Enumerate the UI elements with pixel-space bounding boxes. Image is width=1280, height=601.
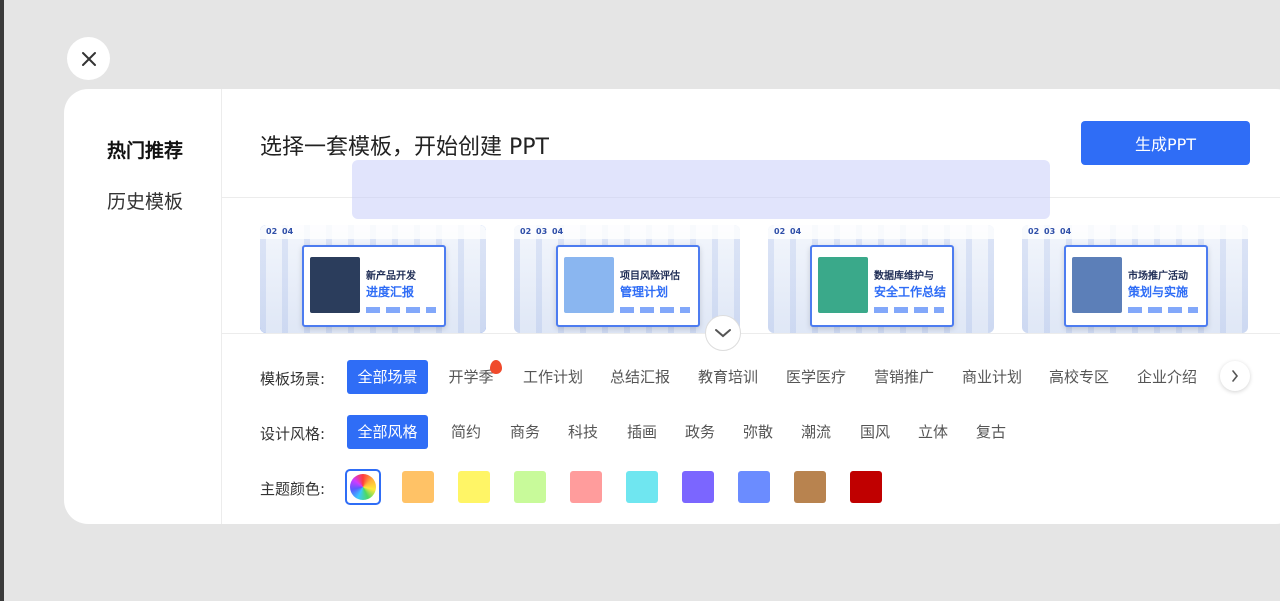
color-swatch[interactable]	[682, 471, 714, 503]
template-card[interactable]: 02 03 04 市场推广活动 策划与实施	[1022, 225, 1248, 333]
template-photo	[1072, 257, 1122, 313]
template-section-number: 02	[520, 227, 532, 236]
style-chip[interactable]: 科技	[563, 415, 603, 449]
style-filter-label: 设计风格:	[260, 425, 326, 443]
sidebar-item-history[interactable]: 历史模板	[107, 187, 183, 214]
template-subtitle: 管理计划	[620, 285, 669, 299]
style-chip[interactable]: 简约	[446, 415, 486, 449]
template-header-strip	[1022, 225, 1248, 239]
template-section-number: 02	[1028, 227, 1040, 236]
color-swatch[interactable]	[402, 471, 434, 503]
color-swatch[interactable]	[850, 471, 882, 503]
sidebar-item-hot[interactable]: 热门推荐	[107, 136, 183, 163]
template-photo	[310, 257, 360, 313]
color-filter-label: 主题颜色:	[260, 480, 326, 498]
template-section-number: 02	[266, 227, 278, 236]
scene-chip[interactable]: 高校专区	[1046, 360, 1112, 394]
template-section-number: 02	[774, 227, 786, 236]
style-chip[interactable]: 插画	[622, 415, 662, 449]
sidebar: 热门推荐 历史模板	[64, 89, 222, 524]
scene-chip[interactable]: 全部场景	[347, 360, 428, 394]
style-chip[interactable]: 政务	[680, 415, 720, 449]
template-title: 项目风险评估	[620, 271, 680, 282]
main-panel: 选择一套模板，开始创建 PPT 生成PPT 02 04 新产品开发 进度汇报 02 03 0…	[222, 89, 1280, 524]
template-decoration	[620, 307, 690, 313]
template-card[interactable]: 02 04 新产品开发进度汇报	[260, 225, 486, 333]
scene-filter-label: 模板场景:	[260, 370, 326, 388]
close-icon	[81, 51, 96, 66]
template-section-number: 03	[536, 227, 548, 236]
window-edge	[0, 0, 4, 601]
template-section-number: 04	[1060, 227, 1072, 236]
template-decoration	[366, 307, 436, 313]
template-card[interactable]: 02 04 数据库维护与安全工作总结	[768, 225, 994, 333]
template-title: 新产品开发	[366, 271, 416, 282]
gallery-divider	[222, 333, 1280, 334]
generate-ppt-button[interactable]: 生成PPT	[1081, 121, 1250, 165]
color-swatch[interactable]	[458, 471, 490, 503]
color-swatch[interactable]	[570, 471, 602, 503]
template-header-strip	[768, 225, 994, 239]
template-section-number: 04	[282, 227, 294, 236]
template-subtitle: 策划与实施	[1128, 285, 1189, 299]
color-swatch[interactable]	[738, 471, 770, 503]
page-title: 选择一套模板，开始创建 PPT	[260, 135, 549, 160]
scene-chip[interactable]: 工作计划	[520, 360, 586, 394]
template-title: 市场推广活动	[1128, 271, 1188, 282]
template-card[interactable]: 02 03 04 项目风险评估 管理计划	[514, 225, 740, 333]
style-chip[interactable]: 复古	[971, 415, 1011, 449]
template-subtitle: 安全工作总结	[874, 285, 947, 299]
template-section-number: 03	[1044, 227, 1056, 236]
scene-chip[interactable]: 企业介绍	[1134, 360, 1200, 394]
template-title-card: 数据库维护与安全工作总结	[810, 245, 954, 327]
scene-chip[interactable]: 营销推广	[871, 360, 937, 394]
scene-next-button[interactable]	[1220, 361, 1250, 391]
template-header-strip	[514, 225, 740, 239]
selection-highlight	[352, 160, 1050, 219]
scene-chip[interactable]: 教育培训	[695, 360, 761, 394]
color-swatch[interactable]	[626, 471, 658, 503]
style-chip[interactable]: 立体	[913, 415, 953, 449]
template-title-card: 市场推广活动 策划与实施	[1064, 245, 1208, 327]
style-chip[interactable]: 潮流	[796, 415, 836, 449]
template-section-number: 04	[790, 227, 802, 236]
chevron-down-icon	[715, 329, 731, 338]
rainbow-wheel-icon	[350, 474, 376, 500]
template-decoration	[874, 307, 944, 313]
template-subtitle: 进度汇报	[366, 285, 415, 299]
template-photo	[564, 257, 614, 313]
style-chip[interactable]: 全部风格	[347, 415, 428, 449]
style-chip[interactable]: 弥散	[738, 415, 778, 449]
color-swatch[interactable]	[514, 471, 546, 503]
template-header-strip	[260, 225, 486, 239]
template-title: 数据库维护与	[874, 271, 934, 282]
scene-chip[interactable]: 总结汇报	[607, 360, 673, 394]
close-button[interactable]	[67, 37, 110, 80]
style-chip[interactable]: 国风	[855, 415, 895, 449]
scene-chip[interactable]: 商业计划	[959, 360, 1025, 394]
scene-chip[interactable]: 医学医疗	[783, 360, 849, 394]
color-swatch-all[interactable]	[345, 469, 381, 505]
template-title-card: 项目风险评估 管理计划	[556, 245, 700, 327]
hot-flame-icon	[490, 360, 502, 374]
expand-gallery-button[interactable]	[705, 315, 741, 351]
template-gallery: 02 04 新产品开发进度汇报 02 03 04 项目风险评估 管理计划 02 04 数据库维护与安…	[260, 225, 1280, 333]
template-photo	[818, 257, 868, 313]
template-title-card: 新产品开发 进度汇报	[302, 245, 446, 327]
template-modal: 热门推荐 历史模板 选择一套模板，开始创建 PPT 生成PPT 02 04 新产品开…	[64, 89, 1280, 524]
scene-chip[interactable]: 开学季	[446, 360, 496, 394]
style-chip[interactable]: 商务	[505, 415, 545, 449]
template-decoration	[1128, 307, 1198, 313]
template-section-number: 04	[552, 227, 564, 236]
color-swatch[interactable]	[794, 471, 826, 503]
chevron-right-icon	[1232, 370, 1239, 382]
